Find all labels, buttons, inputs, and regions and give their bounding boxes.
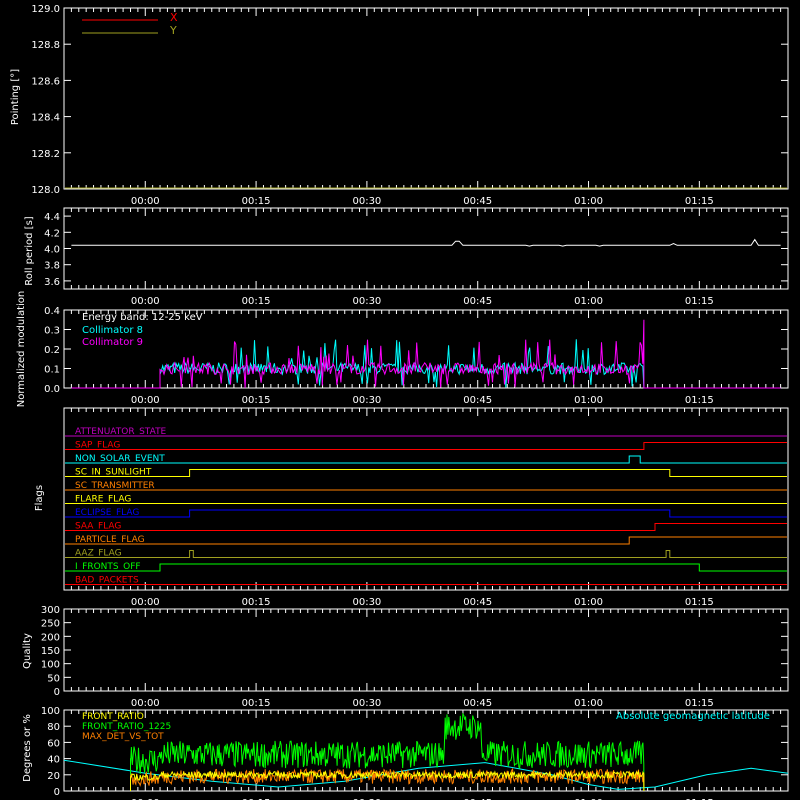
ratios-ytick-label: 40 bbox=[47, 755, 60, 766]
modulation-xtick-label: 00:15 bbox=[242, 395, 271, 406]
flags-xtick-label: 00:00 bbox=[131, 597, 160, 608]
roll-xtick-label: 00:15 bbox=[242, 296, 271, 307]
ratios-ytick-label: 80 bbox=[47, 722, 60, 733]
pointing-xtick-label: 00:45 bbox=[463, 196, 492, 207]
quality-ytick-label: 200 bbox=[41, 632, 60, 643]
flag-label: BAD_PACKETS bbox=[75, 576, 139, 586]
pointing-legend-label: Y bbox=[169, 24, 177, 37]
flags-ylabel: Flags bbox=[34, 485, 45, 511]
roll-ytick-label: 4.4 bbox=[44, 212, 60, 223]
modulation-legend-label: Collimator 8 bbox=[82, 325, 143, 336]
flag-label: SAP_FLAG bbox=[75, 441, 120, 451]
quality-xtick-label: 00:15 bbox=[242, 698, 271, 709]
pointing-xtick-label: 01:15 bbox=[685, 196, 714, 207]
pointing-ytick-label: 128.4 bbox=[31, 113, 60, 124]
quality-xtick-label: 00:30 bbox=[352, 698, 381, 709]
ratios-ylabel: Degrees or % bbox=[22, 714, 33, 782]
flags-xtick-label: 00:45 bbox=[463, 597, 492, 608]
ratios-ytick-label: 20 bbox=[47, 771, 60, 782]
modulation-legend-label: Collimator 9 bbox=[82, 337, 143, 348]
energy-band-annotation: Energy band: 12-25 keV bbox=[82, 312, 203, 323]
pointing-ytick-label: 128.8 bbox=[31, 40, 60, 51]
modulation-xtick-label: 01:15 bbox=[685, 395, 714, 406]
pointing-xtick-label: 01:00 bbox=[574, 196, 603, 207]
flag-label: AAZ_FLAG bbox=[75, 549, 122, 559]
pointing-xtick-label: 00:15 bbox=[242, 196, 271, 207]
pointing-ytick-label: 128.6 bbox=[31, 76, 60, 87]
pointing-ytick-label: 128.0 bbox=[31, 185, 60, 196]
quality-ytick-label: 100 bbox=[41, 660, 60, 671]
roll-ytick-label: 4.0 bbox=[44, 245, 60, 256]
roll-xtick-label: 00:00 bbox=[131, 296, 160, 307]
ratios-ytick-label: 100 bbox=[41, 706, 60, 717]
modulation-xtick-label: 00:45 bbox=[463, 395, 492, 406]
roll-xtick-label: 01:15 bbox=[685, 296, 714, 307]
rhessi-quicklook-figure: Pointing [°] XY 00:00 00:15 00:30 00:45 01:0… bbox=[0, 0, 800, 800]
modulation-xtick-label: 01:00 bbox=[574, 395, 603, 406]
flag-label: I_FRONTS_OFF bbox=[75, 562, 141, 572]
quality-ytick-label: 150 bbox=[41, 646, 60, 657]
quality-ylabel: Quality bbox=[22, 633, 33, 669]
roll-ytick-label: 3.6 bbox=[44, 277, 60, 288]
flags-xtick-label: 00:30 bbox=[352, 597, 381, 608]
flag-label: ATTENUATOR_STATE bbox=[75, 427, 167, 437]
flags-xtick-label: 01:00 bbox=[574, 597, 603, 608]
ratios-ytick-label: 60 bbox=[47, 738, 60, 749]
geomag-latitude-annotation: Absolute geomagnetic latitude bbox=[616, 711, 770, 722]
pointing-ytick-label: 128.2 bbox=[31, 149, 60, 160]
pointing-legend-label: X bbox=[170, 11, 178, 24]
pointing-ylabel: Pointing [°] bbox=[10, 69, 21, 125]
roll-period-ylabel: Roll period [s] bbox=[24, 216, 35, 285]
flag-label: SC_TRANSMITTER bbox=[75, 481, 155, 491]
quality-xtick-label: 01:00 bbox=[574, 698, 603, 709]
flag-label: ECLIPSE_FLAG bbox=[75, 508, 139, 518]
modulation-ytick-label: 0.0 bbox=[44, 384, 60, 395]
quality-ytick-label: 250 bbox=[41, 619, 60, 630]
modulation-ytick-label: 0.1 bbox=[44, 365, 60, 376]
ratios-legend-label: MAX_DET_VS_TOT bbox=[82, 732, 164, 742]
quality-xtick-label: 00:00 bbox=[131, 698, 160, 709]
flag-label: NON_SOLAR_EVENT bbox=[75, 454, 165, 464]
roll-ytick-label: 3.8 bbox=[44, 261, 60, 272]
modulation-ytick-label: 0.4 bbox=[44, 306, 60, 317]
pointing-ytick-label: 129.0 bbox=[31, 4, 60, 15]
modulation-xtick-label: 00:30 bbox=[352, 395, 381, 406]
pointing-xtick-label: 00:00 bbox=[131, 196, 160, 207]
roll-xtick-label: 01:00 bbox=[574, 296, 603, 307]
ratios-legend-label: FRONT_RATIO bbox=[82, 712, 144, 722]
roll-ytick-label: 4.2 bbox=[44, 228, 60, 239]
modulation-xtick-label: 00:00 bbox=[131, 395, 160, 406]
ratios-ytick-label: 0 bbox=[54, 787, 60, 798]
modulation-ytick-label: 0.3 bbox=[44, 326, 60, 337]
quality-xtick-label: 01:15 bbox=[685, 698, 714, 709]
ratios-legend-label: FRONT_RATIO_1225 bbox=[82, 722, 171, 732]
flags-xtick-label: 00:15 bbox=[242, 597, 271, 608]
quality-ytick-label: 300 bbox=[41, 605, 60, 616]
roll-xtick-label: 00:30 bbox=[352, 296, 381, 307]
quality-ytick-label: 50 bbox=[47, 673, 60, 684]
pointing-xtick-label: 00:30 bbox=[352, 196, 381, 207]
flag-label: FLARE_FLAG bbox=[75, 495, 131, 505]
roll-xtick-label: 00:45 bbox=[463, 296, 492, 307]
flag-label: PARTICLE_FLAG bbox=[75, 535, 145, 545]
quality-xtick-label: 00:45 bbox=[463, 698, 492, 709]
quality-ytick-label: 0 bbox=[54, 687, 60, 698]
flags-xtick-label: 01:15 bbox=[685, 597, 714, 608]
modulation-ylabel: Normalized modulation bbox=[16, 291, 27, 408]
figure-background bbox=[0, 0, 800, 800]
flag-label: SAA_FLAG bbox=[75, 522, 121, 532]
modulation-ytick-label: 0.2 bbox=[44, 345, 60, 356]
flag-label: SC_IN_SUNLIGHT bbox=[75, 468, 152, 478]
